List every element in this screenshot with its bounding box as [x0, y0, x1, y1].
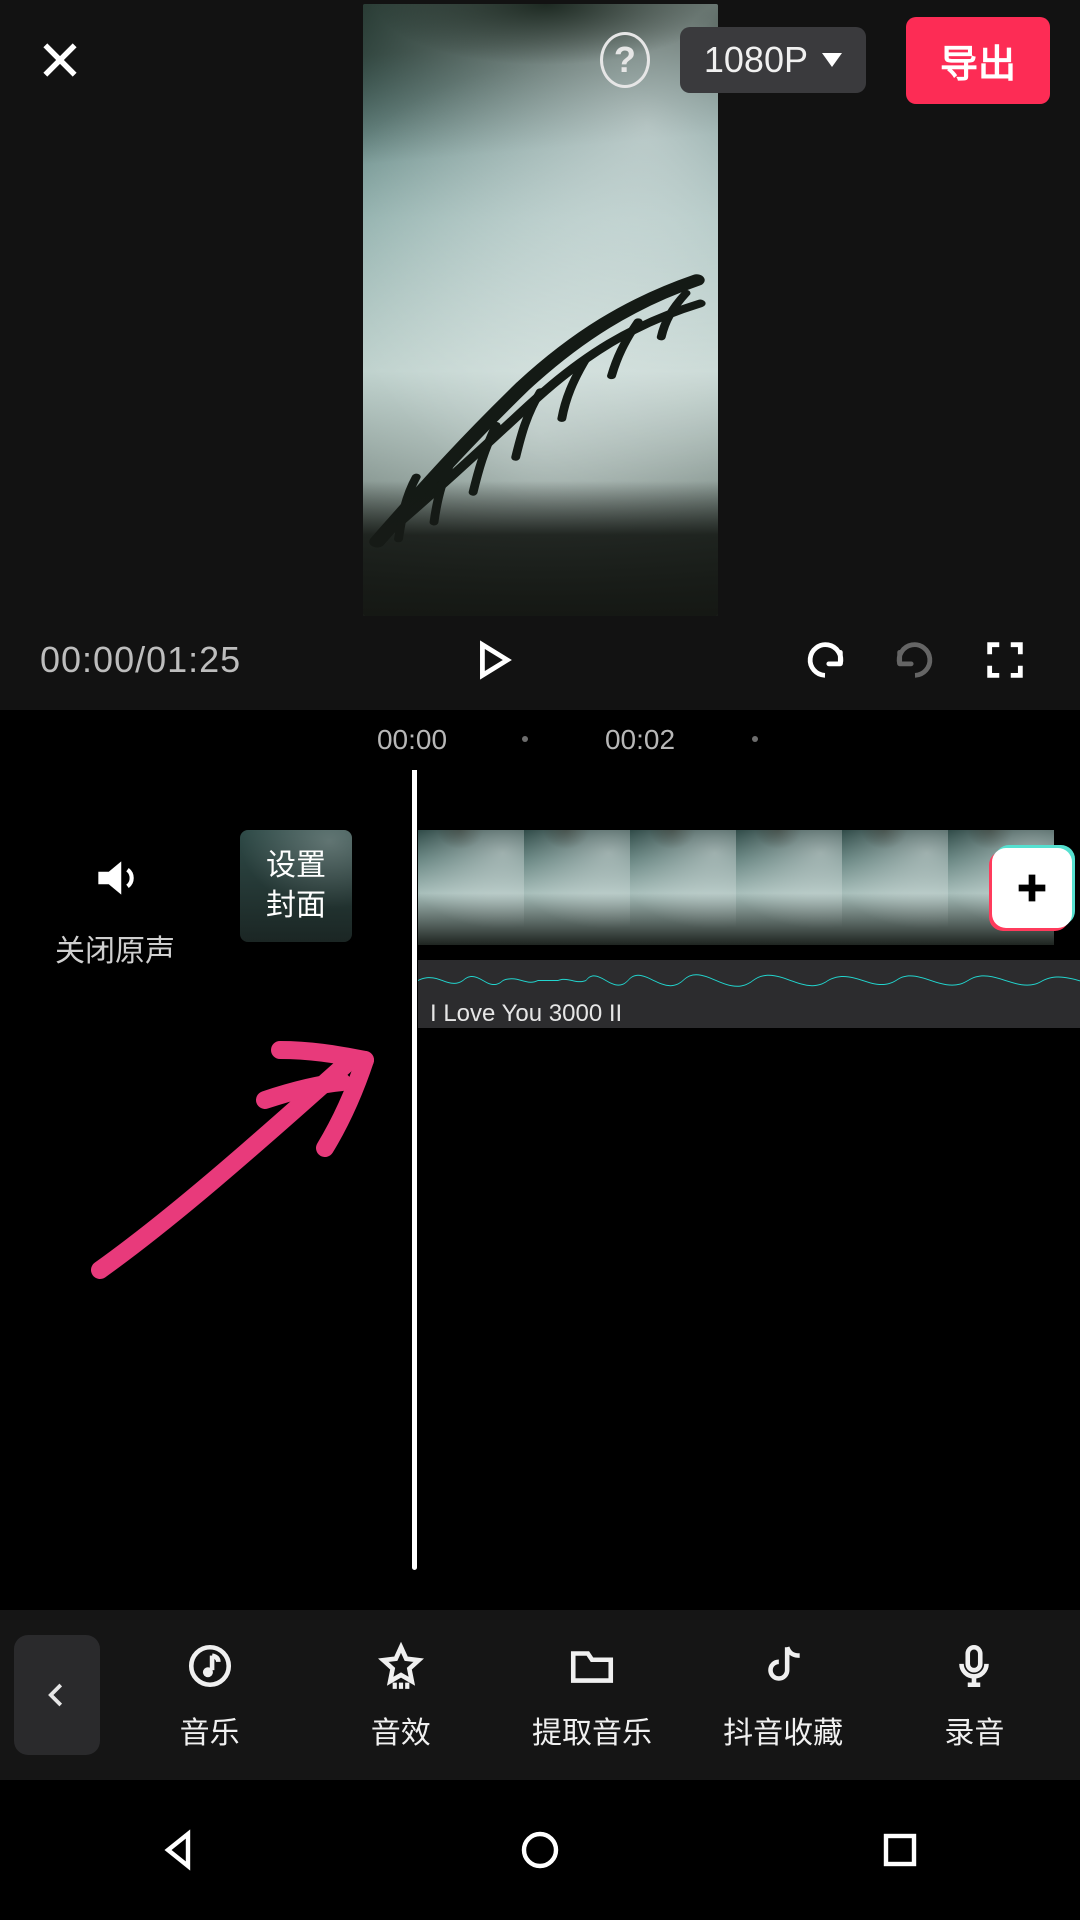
redo-icon	[892, 637, 938, 683]
video-thumbnail	[736, 830, 842, 945]
ruler-tick: 00:02	[605, 724, 675, 756]
playhead[interactable]	[412, 770, 417, 1570]
nav-home[interactable]	[480, 1815, 600, 1885]
export-button[interactable]: 导出	[906, 17, 1050, 104]
ruler-dot	[522, 736, 528, 742]
nav-recents[interactable]	[840, 1815, 960, 1885]
ruler-tick: 00:00	[377, 724, 447, 756]
audio-clip-title: I Love You 3000 II	[418, 1000, 1080, 1028]
timeline[interactable]: 关闭原声 设置 封面	[0, 770, 1080, 1610]
close-button[interactable]	[30, 30, 90, 90]
video-track[interactable]	[418, 830, 1080, 945]
star-fx-icon	[373, 1638, 429, 1694]
tool-music[interactable]: 音乐	[135, 1638, 285, 1752]
video-thumbnail	[842, 830, 948, 945]
undo-icon	[802, 637, 848, 683]
douyin-icon	[755, 1638, 811, 1694]
resolution-dropdown[interactable]: 1080P	[680, 27, 866, 93]
tool-extract-music[interactable]: 提取音乐	[517, 1638, 667, 1752]
mute-label: 关闭原声	[0, 926, 230, 970]
speaker-icon	[87, 850, 143, 906]
play-icon	[469, 637, 515, 683]
resolution-label: 1080P	[704, 39, 808, 81]
help-button[interactable]: ?	[600, 30, 660, 90]
redo-button	[880, 625, 950, 695]
help-icon: ?	[600, 32, 650, 88]
tool-douyin-favorites[interactable]: 抖音收藏	[708, 1638, 858, 1752]
timecode: 00:00/01:25	[40, 639, 241, 681]
ruler-dot	[752, 736, 758, 742]
timeline-ruler[interactable]: 00:00 00:02	[0, 710, 1080, 770]
tool-label: 音乐	[180, 1708, 240, 1752]
tool-sound-effect[interactable]: 音效	[326, 1638, 476, 1752]
tool-label: 音效	[371, 1708, 431, 1752]
annotation-arrow	[80, 1010, 410, 1290]
tool-label: 抖音收藏	[723, 1708, 843, 1752]
top-bar: ? 1080P 导出	[0, 0, 1080, 120]
close-icon	[38, 38, 82, 82]
audio-waveform	[418, 960, 1080, 1000]
nav-back[interactable]	[120, 1815, 240, 1885]
mic-icon	[946, 1638, 1002, 1694]
tool-label: 提取音乐	[532, 1708, 652, 1752]
toolbar-back-button[interactable]	[14, 1635, 100, 1755]
chevron-left-icon	[42, 1675, 72, 1715]
video-thumbnail	[630, 830, 736, 945]
add-clip-button[interactable]	[992, 848, 1072, 928]
mute-original-audio[interactable]: 关闭原声	[0, 850, 230, 970]
transport-bar: 00:00/01:25	[0, 610, 1080, 710]
undo-button[interactable]	[790, 625, 860, 695]
square-recents-icon	[876, 1826, 924, 1874]
play-button[interactable]	[457, 625, 527, 695]
audio-track[interactable]: I Love You 3000 II	[418, 960, 1080, 1028]
chevron-down-icon	[822, 53, 842, 67]
fullscreen-icon	[982, 637, 1028, 683]
fullscreen-button[interactable]	[970, 625, 1040, 695]
audio-toolbar: 音乐 音效 提取音乐 抖音收藏	[0, 1610, 1080, 1780]
tool-record[interactable]: 录音	[899, 1638, 1049, 1752]
android-nav-bar	[0, 1780, 1080, 1920]
video-thumbnail	[524, 830, 630, 945]
triangle-back-icon	[156, 1826, 204, 1874]
video-thumbnail	[418, 830, 524, 945]
music-note-icon	[182, 1638, 238, 1694]
tool-label: 录音	[944, 1708, 1004, 1752]
folder-icon	[564, 1638, 620, 1694]
set-cover-button[interactable]: 设置 封面	[240, 830, 352, 942]
plus-icon	[1012, 868, 1052, 908]
circle-home-icon	[516, 1826, 564, 1874]
